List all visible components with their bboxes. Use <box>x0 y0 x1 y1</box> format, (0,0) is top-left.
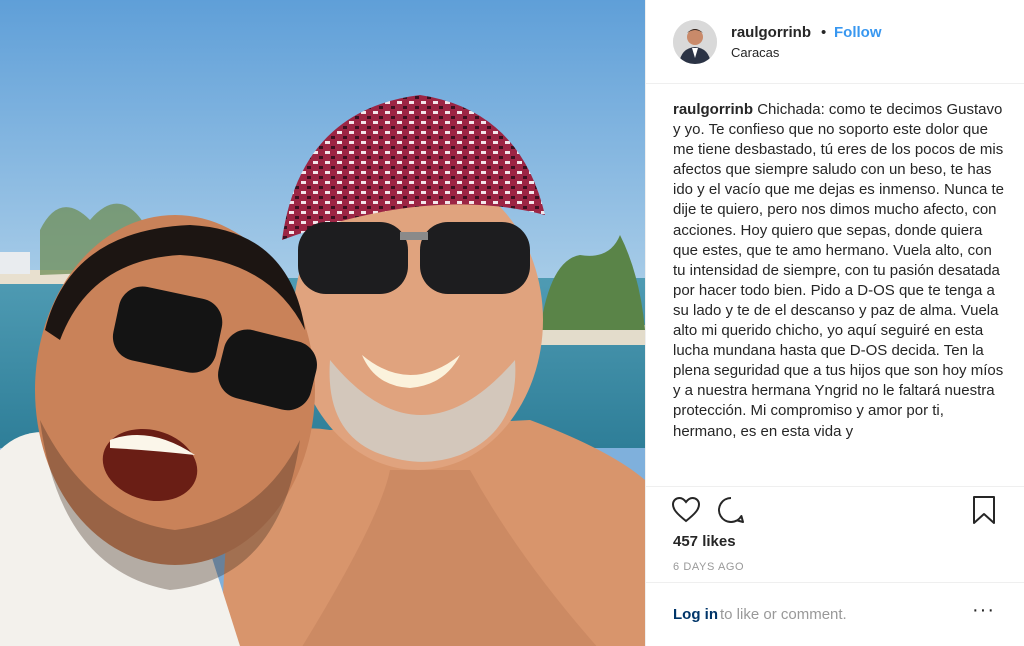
follow-button[interactable]: Follow <box>834 24 882 41</box>
post-caption: raulgorrinb Chichada: como te decimos Gu… <box>673 100 1008 484</box>
more-options-icon[interactable]: ··· <box>972 599 995 622</box>
separator-dot: • <box>821 24 827 41</box>
avatar-image <box>673 20 717 64</box>
login-prompt-text: to like or comment. <box>720 606 847 623</box>
heart-icon[interactable] <box>671 495 701 530</box>
avatar[interactable] <box>673 20 717 64</box>
instagram-post: raulgorrinb • Follow Caracas raulgorrinb… <box>0 0 1024 646</box>
selfie-image <box>0 0 645 646</box>
caption-text: Chichada: como te decimos Gustavo y yo. … <box>673 101 1005 440</box>
comment-icon[interactable] <box>716 495 746 530</box>
location-link[interactable]: Caracas <box>731 45 779 60</box>
post-photo[interactable] <box>0 0 645 646</box>
bookmark-icon[interactable] <box>971 495 997 530</box>
caption-username[interactable]: raulgorrinb <box>673 101 753 118</box>
author-username[interactable]: raulgorrinb <box>731 24 811 41</box>
post-timestamp[interactable]: 6 DAYS AGO <box>673 561 744 573</box>
likes-count[interactable]: 457 likes <box>673 533 736 550</box>
post-header: raulgorrinb • Follow Caracas <box>646 0 1024 84</box>
comment-bar: Log in to like or comment. ··· <box>646 582 1024 646</box>
login-link[interactable]: Log in <box>673 606 718 623</box>
action-bar <box>646 486 1024 534</box>
post-side-panel: raulgorrinb • Follow Caracas raulgorrinb… <box>645 0 1024 646</box>
